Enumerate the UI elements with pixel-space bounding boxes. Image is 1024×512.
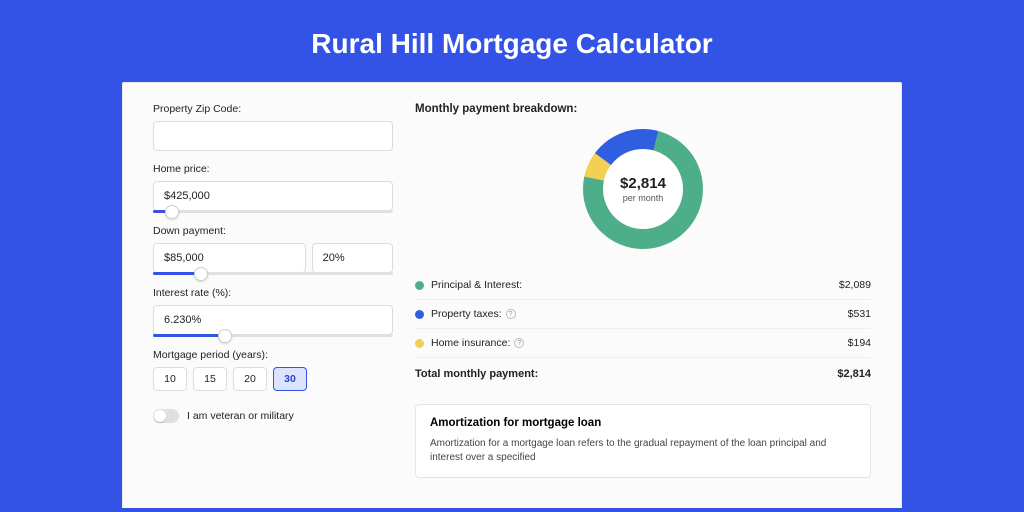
- info-icon[interactable]: ?: [514, 338, 524, 348]
- amortization-title: Amortization for mortgage loan: [430, 417, 856, 429]
- slider-thumb[interactable]: [194, 267, 208, 281]
- period-button-15[interactable]: 15: [193, 367, 227, 391]
- legend-row: Property taxes: ? $531: [415, 300, 871, 329]
- amortization-text: Amortization for a mortgage loan refers …: [430, 437, 856, 465]
- down-payment-label: Down payment:: [153, 225, 393, 237]
- calculator-panel: Property Zip Code: Home price: Down paym…: [122, 82, 902, 508]
- legend-value: $194: [848, 337, 871, 349]
- period-label: Mortgage period (years):: [153, 349, 393, 361]
- legend-label: Home insurance: ?: [431, 337, 524, 349]
- slider-thumb[interactable]: [165, 205, 179, 219]
- slider-fill: [153, 334, 225, 337]
- veteran-toggle[interactable]: [153, 409, 179, 423]
- total-row: Total monthly payment: $2,814: [415, 358, 871, 386]
- price-slider[interactable]: [153, 210, 393, 213]
- legend-dot: [415, 281, 424, 290]
- period-button-10[interactable]: 10: [153, 367, 187, 391]
- total-value: $2,814: [837, 368, 871, 380]
- donut-amount: $2,814: [620, 175, 666, 192]
- legend-value: $531: [848, 308, 871, 320]
- legend-label: Property taxes: ?: [431, 308, 516, 320]
- donut-center: $2,814 per month: [603, 149, 683, 229]
- legend-value: $2,089: [839, 279, 871, 291]
- legend-dot: [415, 339, 424, 348]
- veteran-label: I am veteran or military: [187, 410, 294, 422]
- period-button-30[interactable]: 30: [273, 367, 307, 391]
- rate-input[interactable]: [153, 305, 393, 335]
- legend-dot: [415, 310, 424, 319]
- down-payment-pct-input[interactable]: [312, 243, 393, 273]
- rate-slider[interactable]: [153, 334, 393, 337]
- down-payment-slider[interactable]: [153, 272, 393, 275]
- breakdown-heading: Monthly payment breakdown:: [415, 103, 871, 115]
- legend-label: Principal & Interest:: [431, 279, 522, 291]
- price-input[interactable]: [153, 181, 393, 211]
- toggle-knob: [154, 410, 166, 422]
- amortization-card: Amortization for mortgage loan Amortizat…: [415, 404, 871, 478]
- down-payment-input[interactable]: [153, 243, 306, 273]
- slider-thumb[interactable]: [218, 329, 232, 343]
- info-icon[interactable]: ?: [506, 309, 516, 319]
- total-label: Total monthly payment:: [415, 368, 538, 380]
- input-form: Property Zip Code: Home price: Down paym…: [153, 103, 393, 478]
- price-label: Home price:: [153, 163, 393, 175]
- zip-label: Property Zip Code:: [153, 103, 393, 115]
- period-buttons: 10152030: [153, 367, 393, 391]
- breakdown-panel: Monthly payment breakdown: $2,814 per mo…: [415, 103, 871, 478]
- zip-input[interactable]: [153, 121, 393, 151]
- donut-sub: per month: [623, 193, 664, 203]
- legend-row: Home insurance: ? $194: [415, 329, 871, 358]
- period-button-20[interactable]: 20: [233, 367, 267, 391]
- legend: Principal & Interest: $2,089 Property taxe…: [415, 271, 871, 358]
- donut-chart: $2,814 per month: [583, 129, 703, 249]
- legend-row: Principal & Interest: $2,089: [415, 271, 871, 300]
- donut-chart-wrap: $2,814 per month: [415, 125, 871, 253]
- rate-label: Interest rate (%):: [153, 287, 393, 299]
- page-title: Rural Hill Mortgage Calculator: [0, 0, 1024, 82]
